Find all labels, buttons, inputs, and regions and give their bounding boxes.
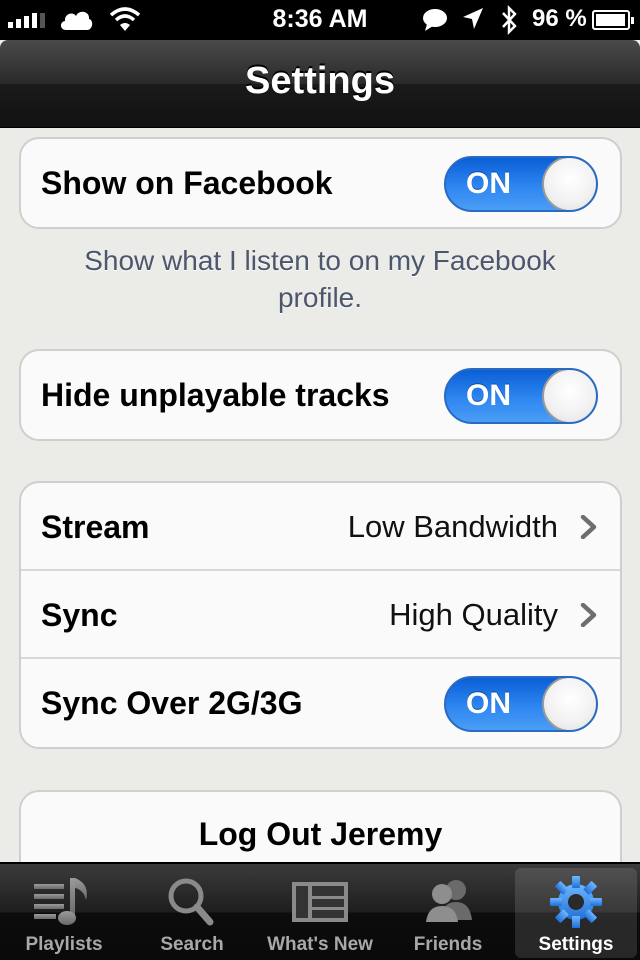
sync-over-mobile-row: Sync Over 2G/3G ON xyxy=(21,659,620,747)
whats-new-icon xyxy=(292,882,348,922)
tab-search-label: Search xyxy=(160,934,224,955)
hide-unplayable-row: Hide unplayable tracks ON xyxy=(21,351,620,439)
tab-whats-new-label: What's New xyxy=(267,934,373,955)
sync-over-mobile-label: Sync Over 2G/3G xyxy=(41,685,303,721)
tab-playlists[interactable]: Playlists xyxy=(0,864,128,960)
status-bar: 8:36 AM 96 % xyxy=(0,0,640,40)
toggle-knob xyxy=(542,158,596,210)
facebook-settings-group: Show on Facebook ON xyxy=(19,137,622,229)
show-on-facebook-toggle[interactable]: ON xyxy=(444,156,598,212)
chevron-right-icon xyxy=(580,603,597,627)
toggle-knob xyxy=(542,678,596,730)
sync-row[interactable]: Sync High Quality xyxy=(21,571,620,659)
quality-settings-group: Stream Low Bandwidth Sync High Quality S… xyxy=(19,481,622,749)
gear-icon xyxy=(550,876,602,928)
playlists-icon xyxy=(34,878,87,925)
tab-search[interactable]: Search xyxy=(128,864,256,960)
battery-percent: 96 % xyxy=(532,5,587,32)
toggle-knob xyxy=(542,370,596,422)
friends-icon xyxy=(426,880,472,922)
tab-friends-label: Friends xyxy=(413,934,483,955)
tab-settings-label: Settings xyxy=(538,934,614,955)
tab-whats-new[interactable]: What's New xyxy=(256,864,384,960)
location-icon xyxy=(463,8,483,29)
hide-unplayable-label: Hide unplayable tracks xyxy=(41,377,390,413)
show-on-facebook-label: Show on Facebook xyxy=(41,165,333,201)
tab-friends[interactable]: Friends xyxy=(384,864,512,960)
stream-value: Low Bandwidth xyxy=(347,509,558,544)
search-icon xyxy=(168,878,214,926)
sync-label: Sync xyxy=(41,597,118,633)
toggle-on-label: ON xyxy=(466,167,511,200)
bluetooth-icon xyxy=(502,5,517,35)
hide-unplayable-toggle[interactable]: ON xyxy=(444,368,598,424)
toggle-on-label: ON xyxy=(466,379,511,412)
tab-playlists-label: Playlists xyxy=(25,934,103,955)
stream-label: Stream xyxy=(41,509,150,545)
battery-icon xyxy=(592,10,634,30)
logout-label: Log Out Jeremy xyxy=(198,816,443,852)
facebook-footer-note: Show what I listen to on my Facebook pro… xyxy=(84,245,556,313)
tab-bar: Playlists Search What's New Friends Sett… xyxy=(0,862,640,960)
unplayable-settings-group: Hide unplayable tracks ON xyxy=(19,349,622,441)
message-icon xyxy=(423,9,447,31)
navigation-bar: Settings xyxy=(0,40,640,128)
chevron-right-icon xyxy=(580,515,597,539)
show-on-facebook-row: Show on Facebook ON xyxy=(21,139,620,227)
sync-over-mobile-toggle[interactable]: ON xyxy=(444,676,598,732)
tab-settings[interactable]: Settings xyxy=(515,868,637,958)
stream-row[interactable]: Stream Low Bandwidth xyxy=(21,483,620,571)
sync-value: High Quality xyxy=(389,597,558,632)
toggle-on-label: ON xyxy=(466,687,511,720)
page-title: Settings xyxy=(245,60,395,102)
